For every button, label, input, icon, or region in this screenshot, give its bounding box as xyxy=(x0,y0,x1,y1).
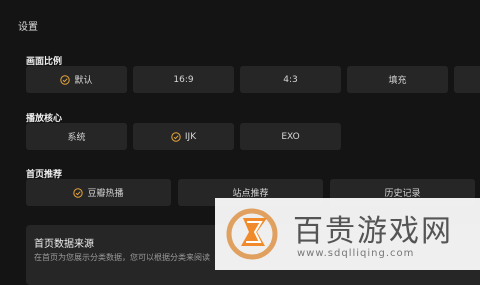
home-source-title: 首页数据来源 xyxy=(34,239,94,250)
aspect-option-label: 填充 xyxy=(388,76,407,86)
aspect-option-label: 4:3 xyxy=(283,74,298,85)
core-option-ijk[interactable]: IJK xyxy=(133,123,234,150)
home-option-label: 豆瓣热播 xyxy=(87,189,124,199)
watermark-url: www.sdqlliqing.com xyxy=(297,248,415,259)
aspect-option-label: 16:9 xyxy=(173,74,194,85)
check-circle-icon xyxy=(73,187,84,198)
core-option-exo[interactable]: EXO xyxy=(240,123,341,150)
aspect-option-more[interactable] xyxy=(454,66,480,93)
watermark-logo-icon xyxy=(226,208,278,260)
aspect-option-label: 默认 xyxy=(74,76,93,86)
home-source-desc: 在首页为您展示分类数据，您可以根据分类来阅读 xyxy=(34,253,210,262)
check-circle-icon xyxy=(171,131,181,142)
core-option-label: IJK xyxy=(184,131,197,142)
core-option-label: 系统 xyxy=(67,133,86,143)
home-option-douban[interactable]: 豆瓣热播 xyxy=(26,179,171,206)
aspect-option-16-9[interactable]: 16:9 xyxy=(133,66,234,93)
watermark-text: 百贵游戏网 xyxy=(293,214,453,249)
watermark: 百贵游戏网 www.sdqlliqing.com xyxy=(215,198,480,270)
aspect-option-default[interactable]: 默认 xyxy=(26,66,127,93)
check-circle-icon xyxy=(60,74,71,85)
aspect-option-fill[interactable]: 填充 xyxy=(347,66,448,93)
core-option-label: EXO xyxy=(281,131,300,142)
core-option-system[interactable]: 系统 xyxy=(26,123,127,150)
page-title: 设置 xyxy=(18,22,38,33)
aspect-option-4-3[interactable]: 4:3 xyxy=(240,66,341,93)
